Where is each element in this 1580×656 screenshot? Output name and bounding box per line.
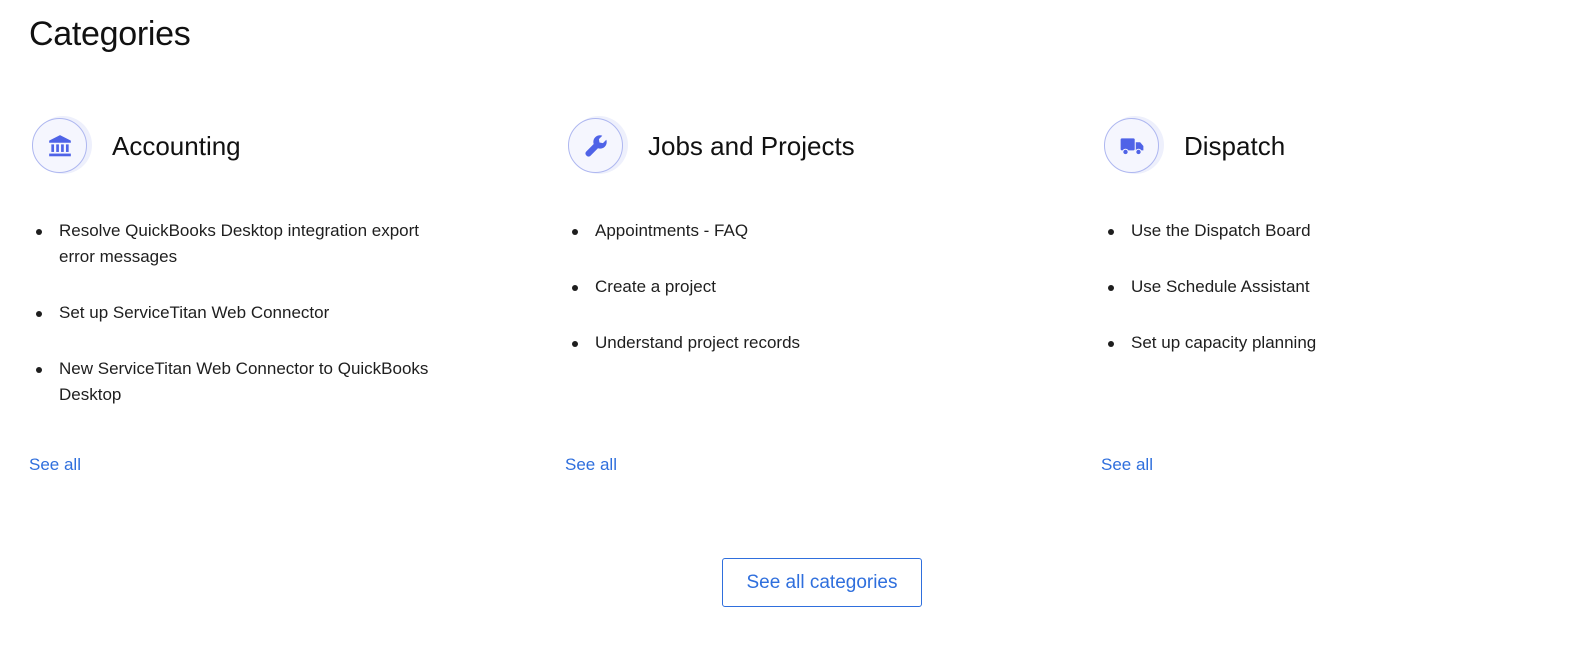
- category-dispatch: Dispatch Use the Dispatch Board Use Sche…: [1101, 116, 1541, 486]
- article-link[interactable]: Resolve QuickBooks Desktop integration e…: [36, 218, 429, 270]
- article-link[interactable]: Use the Dispatch Board: [1108, 218, 1501, 244]
- article-list: Resolve QuickBooks Desktop integration e…: [29, 218, 429, 438]
- article-link[interactable]: Set up capacity planning: [1108, 330, 1501, 356]
- article-list: Use the Dispatch Board Use Schedule Assi…: [1101, 218, 1501, 386]
- bank-icon: [48, 134, 71, 156]
- category-title[interactable]: Accounting: [112, 128, 241, 164]
- page-title: Categories: [29, 15, 191, 53]
- see-all-categories-button[interactable]: See all categories: [722, 558, 922, 607]
- category-header: Accounting: [29, 116, 469, 178]
- category-title[interactable]: Jobs and Projects: [648, 128, 855, 164]
- article-link[interactable]: Use Schedule Assistant: [1108, 274, 1501, 300]
- category-accounting: Accounting Resolve QuickBooks Desktop in…: [29, 116, 469, 486]
- category-header: Dispatch: [1101, 116, 1541, 178]
- category-header: Jobs and Projects: [565, 116, 1005, 178]
- article-link[interactable]: Understand project records: [572, 330, 965, 356]
- article-list: Appointments - FAQ Create a project Unde…: [565, 218, 965, 386]
- article-link[interactable]: New ServiceTitan Web Connector to QuickB…: [36, 356, 429, 408]
- truck-icon: [1120, 137, 1143, 155]
- category-jobs-and-projects: Jobs and Projects Appointments - FAQ Cre…: [565, 116, 1005, 486]
- article-link[interactable]: Set up ServiceTitan Web Connector: [36, 300, 429, 326]
- article-link[interactable]: Appointments - FAQ: [572, 218, 965, 244]
- category-icon-badge: [1104, 116, 1164, 176]
- article-link[interactable]: Create a project: [572, 274, 965, 300]
- see-all-link[interactable]: See all: [1101, 453, 1153, 477]
- see-all-link[interactable]: See all: [29, 453, 81, 477]
- category-icon-badge: [568, 116, 628, 176]
- wrench-icon: [584, 134, 607, 157]
- category-icon-badge: [32, 116, 92, 176]
- see-all-link[interactable]: See all: [565, 453, 617, 477]
- category-title[interactable]: Dispatch: [1184, 128, 1285, 164]
